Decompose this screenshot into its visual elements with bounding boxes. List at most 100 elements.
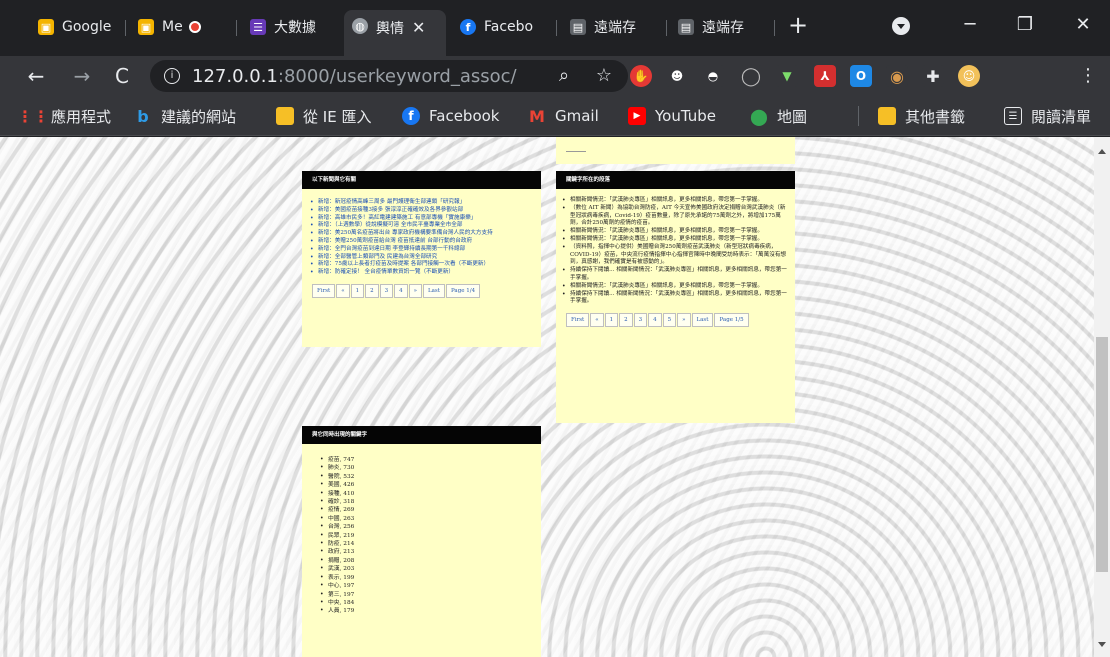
- paragraph-item: 相關新聞情況：「武漢肺炎專區」相關訊息，更多相關訊息，帶您第一手掌握。: [562, 197, 791, 205]
- bookmark-star-icon[interactable]: ☆: [592, 64, 616, 88]
- pager-page[interactable]: 4: [394, 283, 408, 298]
- bookmark-maps[interactable]: ⬤ 地圖: [750, 106, 807, 126]
- adblock-extension-icon[interactable]: ✋: [630, 65, 652, 87]
- pager-page[interactable]: 3: [633, 313, 648, 328]
- gmail-icon: M: [529, 106, 545, 126]
- bookmark-reading-list[interactable]: ☰ 閱讀清單: [1004, 106, 1091, 126]
- related-news-panel: 以下新聞與它有關 新增：新冠疫情高峰三周多 最門護理衛生部連鎖「研究報」 新增：…: [302, 171, 541, 347]
- news-link[interactable]: 新增：75歲以上長者打疫苗及時提案 各部門接觸一次看（不斷更新）: [310, 261, 535, 269]
- spy-extension-icon[interactable]: ▼: [776, 65, 798, 87]
- scroll-down-arrow-icon[interactable]: [1098, 642, 1106, 647]
- tab-google-classroom[interactable]: ▣ Google: [30, 10, 122, 44]
- extensions-puzzle-icon[interactable]: ✚: [922, 65, 944, 87]
- news-link[interactable]: 新增：美贈250萬劑疫苗給台灣 疫苗抵達前 台部行動的台政府: [310, 238, 535, 246]
- new-tab-button[interactable]: +: [784, 12, 812, 40]
- keyword-count-item: 肺炎, 730: [320, 464, 535, 473]
- pager-page[interactable]: 4: [648, 313, 662, 328]
- keyword-count-item: 捐贈, 208: [320, 557, 535, 566]
- tab-facebook[interactable]: f Facebo: [452, 10, 550, 44]
- paragraph-item: （數位 AIT 新聞）為協助台灣防疫，AIT 今天宣佈美國政府決定捐贈台灣武漢肺…: [562, 205, 791, 228]
- keyword-paragraphs-panel: 關鍵字所在的段落 相關新聞情況：「武漢肺炎專區」相關訊息，更多相關訊息，帶您第一…: [556, 171, 795, 423]
- back-button[interactable]: ←: [22, 62, 50, 90]
- pager-first[interactable]: First: [566, 313, 590, 328]
- paragraph-item: 持續保持下閱讀... 相關新聞情況：「武漢肺炎專區」相關訊息，更多相關訊息，帶您…: [562, 267, 791, 283]
- news-link[interactable]: 新增：防確定接！ 全台疫情單數資訊一覽（不斷更新）: [310, 269, 535, 277]
- restore-button[interactable]: ❐: [1010, 10, 1040, 40]
- news-link[interactable]: 新增：新冠疫情高峰三周多 最門護理衛生部連鎖「研究報」: [310, 199, 535, 207]
- related-news-title: 以下新聞與它有關: [302, 171, 541, 189]
- close-window-button[interactable]: ✕: [1068, 10, 1098, 40]
- news-link[interactable]: 新增：美250萬名疫苗將出台 專家政府機構要準備台灣人民的大方支持: [310, 230, 535, 238]
- mask-extension-icon[interactable]: ◓: [702, 65, 724, 87]
- bookmark-suggested-sites[interactable]: b 建議的網站: [134, 106, 236, 126]
- paragraph-item: 相關新聞情況：「武漢肺炎專區」相關訊息，更多相關訊息，帶您第一手掌握。: [562, 236, 791, 244]
- bookmark-facebook[interactable]: f Facebook: [402, 106, 499, 126]
- keyword-count-item: 政府, 213: [320, 548, 535, 557]
- panel-above-fragment: [556, 137, 795, 164]
- keyword-count-item: 確診, 318: [320, 498, 535, 507]
- apps-grid-icon: ⋮⋮: [17, 106, 49, 126]
- pager-last[interactable]: Last: [691, 313, 714, 328]
- cookie-extension-icon[interactable]: ◉: [886, 65, 908, 87]
- pager-page[interactable]: 2: [619, 313, 633, 328]
- tab-google-meet[interactable]: ▣ Me: [130, 10, 230, 44]
- scroll-up-arrow-icon[interactable]: [1098, 149, 1106, 154]
- tab-remote-1[interactable]: ▤ 遠端存: [562, 10, 662, 44]
- pager-page[interactable]: 1: [350, 283, 365, 298]
- bookmarks-bar: ⋮⋮ 應用程式 b 建議的網站 從 IE 匯入 f Facebook M Gma…: [0, 96, 1110, 136]
- scrollbar-thumb[interactable]: [1096, 337, 1108, 572]
- pager-last[interactable]: Last: [423, 283, 445, 298]
- menu-kebab-icon[interactable]: ⋮: [1074, 62, 1102, 90]
- cooccurring-keywords-title: 與它同時出現的關鍵字: [302, 426, 541, 444]
- pdf-extension-icon[interactable]: ⅄: [814, 65, 836, 87]
- paragraphs-pagination: First « 1 2 3 4 5 » Last Page 1/5: [566, 313, 795, 328]
- pager-prev[interactable]: «: [590, 313, 604, 328]
- ghost-extension-icon[interactable]: ☻: [666, 65, 688, 87]
- google-meet-icon: ▣: [138, 19, 154, 35]
- bing-icon: b: [137, 106, 149, 126]
- page-scrollbar[interactable]: [1094, 137, 1110, 657]
- url-host: 127.0.0.1: [192, 65, 278, 87]
- keyword-count-item: 人員, 179: [320, 607, 535, 616]
- reload-button[interactable]: C: [108, 62, 136, 90]
- pager-page[interactable]: 3: [379, 283, 394, 298]
- bookmark-ie-import[interactable]: 從 IE 匯入: [276, 106, 371, 126]
- pager-next[interactable]: »: [677, 313, 691, 328]
- tab-remote-2[interactable]: ▤ 遠端存: [670, 10, 770, 44]
- tab-search-dropdown-icon[interactable]: [892, 17, 910, 35]
- site-info-icon[interactable]: i: [164, 68, 180, 84]
- tab-sentiment-active[interactable]: ◍ 輿情 ✕: [344, 10, 446, 56]
- cooccurring-keywords-panel: 與它同時出現的關鍵字 疫苗, 747 肺炎, 730 醫院, 532 美國, 4…: [302, 426, 541, 657]
- bookmark-apps[interactable]: ⋮⋮ 應用程式: [17, 106, 111, 126]
- pager-first[interactable]: First: [312, 283, 336, 298]
- minimize-button[interactable]: ─: [955, 10, 985, 40]
- news-link[interactable]: 新增：全門台灣疫苗到達日期 李登輝持續長期第一千科總部: [310, 246, 535, 254]
- outlook-extension-icon[interactable]: O: [850, 65, 872, 87]
- opera-extension-icon[interactable]: ◯: [740, 65, 762, 87]
- maps-icon: ⬤: [750, 106, 768, 126]
- bookmark-gmail[interactable]: M Gmail: [528, 106, 599, 126]
- close-tab-icon[interactable]: ✕: [412, 18, 425, 37]
- keyword-count-item: 疫情, 269: [320, 506, 535, 515]
- pager-page[interactable]: 1: [604, 313, 619, 328]
- pager-status: Page 1/4: [445, 283, 481, 298]
- remote-icon: ▤: [678, 19, 694, 35]
- bookmark-youtube[interactable]: ▶ YouTube: [628, 106, 716, 126]
- pager-page[interactable]: 5: [662, 313, 677, 328]
- tab-big-data-form[interactable]: ☰ 大數據: [242, 10, 338, 44]
- zoom-icon[interactable]: ⌕: [552, 64, 576, 88]
- news-pagination: First « 1 2 3 4 » Last Page 1/4: [312, 283, 541, 298]
- url-path: :8000/userkeyword_assoc/: [277, 65, 517, 87]
- remote-icon: ▤: [570, 19, 586, 35]
- pager-next[interactable]: »: [408, 283, 422, 298]
- profile-avatar[interactable]: ☺: [958, 65, 980, 87]
- folder-icon: [878, 107, 896, 125]
- keyword-count-item: 武漢, 203: [320, 565, 535, 574]
- pager-prev[interactable]: «: [336, 283, 350, 298]
- news-link[interactable]: 新增：美國疫苗接種3接多 張淳淳正確確效及各界參觀站部: [310, 207, 535, 215]
- keyword-count-item: 中國, 263: [320, 515, 535, 524]
- pager-page[interactable]: 2: [365, 283, 379, 298]
- forward-button[interactable]: →: [68, 62, 96, 90]
- bookmark-other[interactable]: 其他書籤: [878, 106, 965, 126]
- facebook-icon: f: [402, 107, 420, 125]
